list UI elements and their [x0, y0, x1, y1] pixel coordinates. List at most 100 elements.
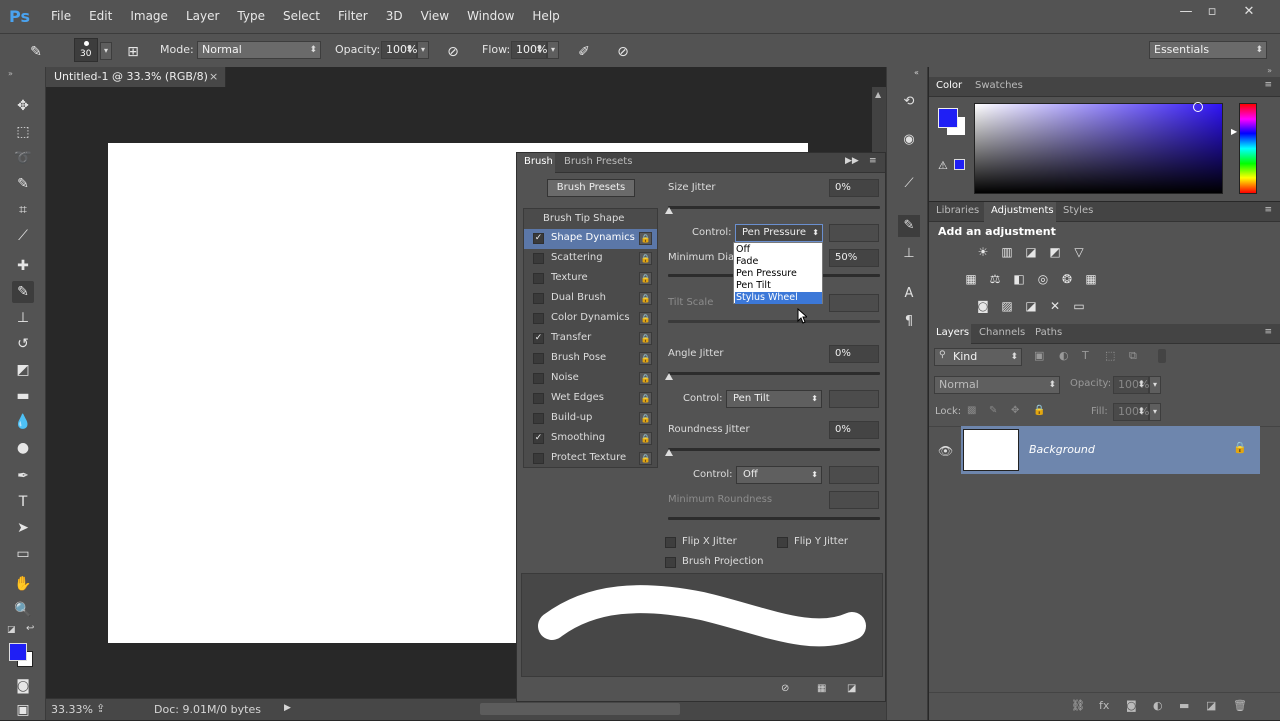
- black-white-icon[interactable]: ◧: [1011, 271, 1027, 287]
- settings-item-shape-dynamics[interactable]: ✓ Shape Dynamics 🔒: [524, 229, 657, 249]
- filter-shape-icon[interactable]: ⬚: [1105, 349, 1115, 362]
- tab-brush[interactable]: Brush: [524, 156, 553, 167]
- brush-pose-checkbox[interactable]: [533, 353, 544, 364]
- gamut-swatch[interactable]: [954, 159, 965, 170]
- color-foreground-swatch[interactable]: [938, 108, 958, 128]
- opacity-input[interactable]: 100%: [381, 41, 417, 59]
- lock-icon[interactable]: 🔒: [639, 452, 652, 465]
- roundness-jitter-input[interactable]: 0%: [829, 421, 879, 439]
- menu-image[interactable]: Image: [121, 9, 177, 23]
- tab-brush-presets[interactable]: Brush Presets: [564, 156, 632, 167]
- brush-size-dropdown[interactable]: ▾: [100, 42, 112, 60]
- shape-dynamics-checkbox[interactable]: ✓: [533, 233, 544, 244]
- tab-paths[interactable]: Paths: [1035, 327, 1062, 338]
- healing-brush-tool-icon[interactable]: ✚: [12, 255, 34, 277]
- flip-y-checkbox[interactable]: [777, 537, 788, 548]
- settings-item-color-dynamics[interactable]: Color Dynamics 🔒: [524, 309, 657, 329]
- layer-row-background[interactable]: Background 🔒: [961, 426, 1260, 474]
- blend-mode-select[interactable]: Normal: [934, 376, 1060, 394]
- rectangle-tool-icon[interactable]: ▭: [12, 543, 34, 565]
- brush-tip-shape-item[interactable]: Brush Tip Shape: [524, 209, 657, 229]
- lock-icon[interactable]: 🔒: [639, 332, 652, 345]
- paragraph-panel-icon[interactable]: ¶: [898, 311, 920, 333]
- panel-menu-icon[interactable]: ≡: [1264, 327, 1272, 337]
- angle-control-select[interactable]: Pen Tilt: [726, 390, 822, 408]
- lock-icon[interactable]: 🔒: [639, 432, 652, 445]
- close-tab-icon[interactable]: ×: [209, 70, 218, 83]
- settings-item-noise[interactable]: Noise 🔒: [524, 369, 657, 389]
- hue-saturation-icon[interactable]: ▦: [963, 271, 979, 287]
- menu-help[interactable]: Help: [523, 9, 568, 23]
- threshold-icon[interactable]: ◪: [1023, 298, 1039, 314]
- brightness-contrast-icon[interactable]: ☀: [975, 244, 991, 260]
- lock-icon[interactable]: 🔒: [639, 252, 652, 265]
- slider-knob-icon[interactable]: [665, 207, 673, 214]
- color-balance-icon[interactable]: ⚖: [987, 271, 1003, 287]
- lock-icon[interactable]: 🔒: [639, 392, 652, 405]
- menu-edit[interactable]: Edit: [80, 9, 121, 23]
- lasso-tool-icon[interactable]: ➰: [12, 147, 34, 169]
- pressure-opacity-icon[interactable]: ⊘: [443, 42, 463, 62]
- levels-icon[interactable]: ▥: [999, 244, 1015, 260]
- brush-projection-checkbox[interactable]: [665, 557, 676, 568]
- angle-jitter-input[interactable]: 0%: [829, 345, 879, 363]
- min-roundness-slider[interactable]: [668, 517, 880, 520]
- maximize-icon[interactable]: ▫: [1201, 4, 1223, 20]
- brush-panel-icon[interactable]: ✎: [898, 215, 920, 237]
- filter-type-icon[interactable]: T: [1082, 349, 1089, 362]
- selective-color-icon[interactable]: ✕: [1047, 298, 1063, 314]
- clone-stamp-tool-icon[interactable]: ⊥: [12, 307, 34, 329]
- quick-mask-icon[interactable]: ◙: [12, 675, 34, 697]
- info-panel-icon[interactable]: ⟋: [898, 173, 920, 195]
- roundness-control-select[interactable]: Off: [736, 466, 822, 484]
- tab-libraries[interactable]: Libraries: [936, 205, 979, 216]
- brush-size-picker[interactable]: 30: [74, 38, 98, 62]
- min-roundness-input[interactable]: [829, 491, 879, 509]
- smoothing-checkbox[interactable]: ✓: [533, 433, 544, 444]
- lock-icon[interactable]: 🔒: [639, 412, 652, 425]
- menu-filter[interactable]: Filter: [329, 9, 377, 23]
- tab-layers[interactable]: Layers: [936, 327, 969, 338]
- toggle-live-tip-icon[interactable]: ⊘: [781, 683, 789, 694]
- collapse-strip-icon[interactable]: «: [914, 68, 919, 77]
- flow-dropdown[interactable]: ▾: [547, 41, 559, 59]
- settings-item-texture[interactable]: Texture 🔒: [524, 269, 657, 289]
- eraser-tool-icon[interactable]: ◩: [12, 359, 34, 381]
- tilt-scale-slider[interactable]: [668, 320, 880, 323]
- menu-file[interactable]: File: [42, 9, 80, 23]
- filter-smart-object-icon[interactable]: ⧉: [1129, 349, 1137, 363]
- invert-icon[interactable]: ◙: [975, 298, 991, 314]
- lock-icon[interactable]: 🔒: [639, 312, 652, 325]
- settings-item-wet-edges[interactable]: Wet Edges 🔒: [524, 389, 657, 409]
- warning-icon[interactable]: ⚠: [938, 159, 948, 172]
- color-lookup-icon[interactable]: ▦: [1083, 271, 1099, 287]
- type-tool-icon[interactable]: T: [12, 491, 34, 513]
- pen-tool-icon[interactable]: ✒: [12, 465, 34, 487]
- status-menu-icon[interactable]: ▶: [284, 703, 291, 713]
- dodge-tool-icon[interactable]: ●: [12, 437, 34, 459]
- fill-dropdown[interactable]: ▾: [1149, 403, 1161, 421]
- brush-tool-preset-icon[interactable]: ✎: [26, 42, 46, 62]
- transfer-checkbox[interactable]: ✓: [533, 333, 544, 344]
- lock-icon[interactable]: 🔒: [639, 292, 652, 305]
- horizontal-scrollbar-thumb[interactable]: [480, 703, 680, 715]
- brush-presets-button[interactable]: Brush Presets: [547, 179, 635, 197]
- menu-view[interactable]: View: [412, 9, 458, 23]
- link-layers-icon[interactable]: ⛓: [1071, 699, 1085, 712]
- character-panel-icon[interactable]: A: [898, 283, 920, 305]
- size-control-value[interactable]: [829, 224, 879, 242]
- brush-tool-icon[interactable]: ✎: [12, 281, 34, 303]
- settings-item-protect-texture[interactable]: Protect Texture 🔒: [524, 449, 657, 469]
- crop-tool-icon[interactable]: ⌗: [12, 199, 34, 221]
- vibrance-icon[interactable]: ▽: [1071, 244, 1087, 260]
- panel-menu-icon[interactable]: ≡: [869, 156, 877, 166]
- slider-knob-icon[interactable]: [665, 449, 673, 456]
- lock-position-icon[interactable]: ✥: [1011, 405, 1019, 416]
- dropdown-option-fade[interactable]: Fade: [735, 256, 822, 268]
- menu-3d[interactable]: 3D: [377, 9, 412, 23]
- flip-x-checkbox[interactable]: [665, 537, 676, 548]
- new-layer-icon[interactable]: ◪: [1206, 699, 1216, 712]
- color-spectrum[interactable]: [974, 102, 1223, 194]
- settings-item-scattering[interactable]: Scattering 🔒: [524, 249, 657, 269]
- filter-toggle[interactable]: [1158, 349, 1166, 363]
